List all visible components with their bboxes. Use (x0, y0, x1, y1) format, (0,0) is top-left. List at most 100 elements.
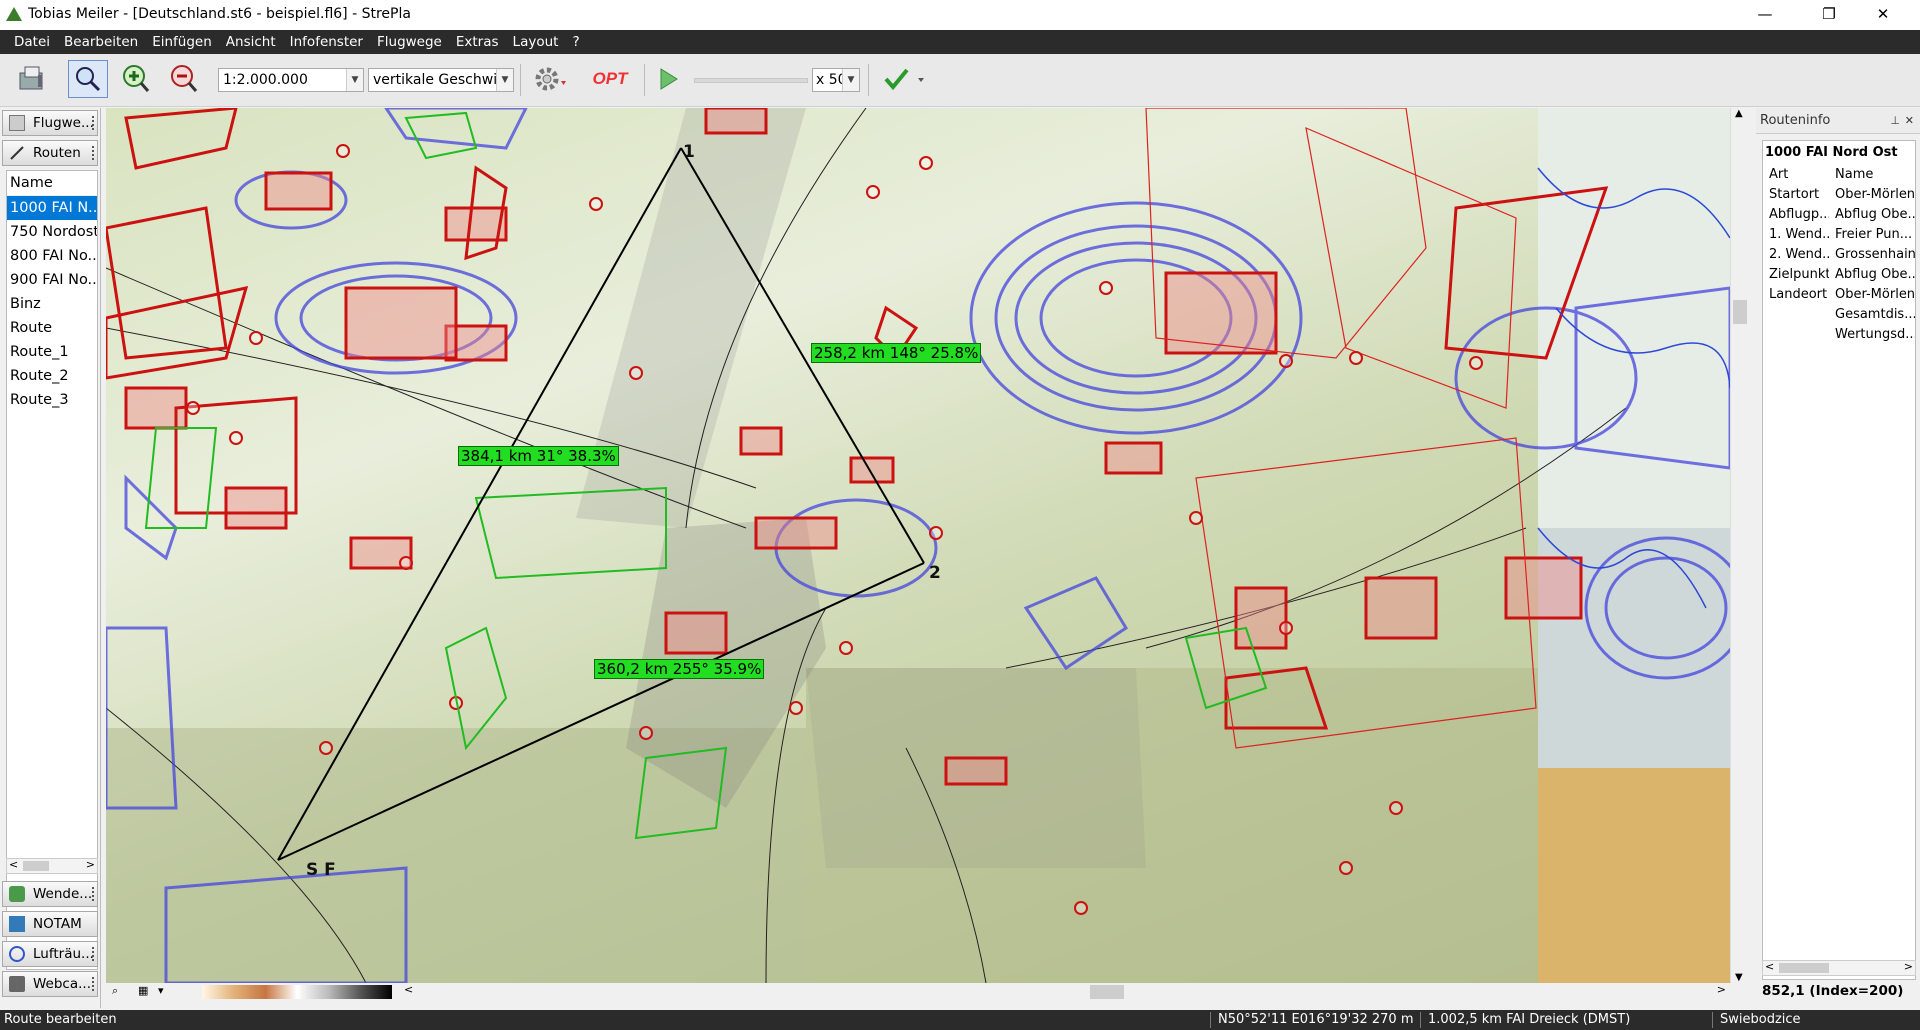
scale-select[interactable]: 1:2.000.000 ▼ (218, 68, 364, 92)
dropdown-icon[interactable]: ▾ (158, 984, 164, 997)
table-row[interactable]: Gesamtdis... (1763, 304, 1915, 324)
search-icon[interactable]: ⌕ (112, 984, 126, 998)
table-row[interactable]: 1. Wend...Freier Pun... (1763, 224, 1915, 244)
print-button[interactable] (12, 60, 52, 98)
toolbar-separator (520, 64, 521, 96)
menu-flugwege[interactable]: Flugwege (369, 30, 448, 51)
table-row[interactable]: StartortOber-Mörlen (1763, 184, 1915, 204)
drag-handle-icon[interactable] (92, 146, 94, 160)
map-horizontal-scrollbar[interactable]: ⌕ ▦ ▾ < > (106, 983, 1730, 1001)
menu-extras[interactable]: Extras (448, 30, 505, 51)
menu-einfuegen[interactable]: Einfügen (144, 30, 218, 51)
route-total-score: 852,1 (Index=200) (1762, 983, 1903, 999)
list-item[interactable]: Route_2 (7, 364, 97, 388)
chevron-left-icon[interactable]: < (1765, 960, 1774, 973)
print-icon (16, 63, 48, 95)
app-logo-icon (6, 7, 22, 21)
list-item[interactable]: 750 Nordost (7, 220, 97, 244)
table-row[interactable]: Abflugp...Abflug Obe... (1763, 204, 1915, 224)
scroll-thumb[interactable] (23, 861, 49, 871)
cell-type (1763, 324, 1829, 344)
title-bar: Tobias Meiler - [Deutschland.st6 - beisp… (0, 0, 1920, 30)
menu-help[interactable]: ? (564, 30, 585, 51)
optimize-button[interactable]: OPT (586, 60, 634, 98)
list-item[interactable]: 1000 FAI N... (7, 196, 97, 220)
settings-button[interactable] (530, 60, 570, 98)
playback-slider[interactable] (694, 74, 806, 86)
route-list-header[interactable]: Name (7, 171, 97, 196)
menu-bar: DateiBearbeitenEinfügenAnsichtInfofenste… (0, 30, 1920, 54)
drag-handle-icon[interactable] (92, 977, 94, 991)
tab-luftraum-label: Lufträu... (33, 946, 94, 962)
tab-wendepunkte[interactable]: Wende... (2, 881, 98, 907)
tab-routen[interactable]: Routen (2, 140, 98, 166)
map-canvas[interactable] (106, 108, 1730, 983)
layers-icon[interactable]: ▦ (138, 984, 148, 997)
scroll-thumb[interactable] (1090, 985, 1124, 999)
cell-name: Ober-Mörlen (1829, 184, 1915, 204)
list-item[interactable]: Route (7, 316, 97, 340)
tab-routen-label: Routen (33, 145, 81, 161)
column-header[interactable]: Art (1763, 164, 1829, 184)
menu-infofenster[interactable]: Infofenster (282, 30, 369, 51)
tab-flugwege[interactable]: Flugwe... (2, 110, 98, 136)
zoom-out-icon (168, 63, 200, 95)
table-row[interactable]: ZielpunktAbflug Obe... (1763, 264, 1915, 284)
pin-icon[interactable]: ⊥ (1890, 108, 1900, 134)
drag-handle-icon[interactable] (92, 116, 94, 130)
menu-ansicht[interactable]: Ansicht (218, 30, 282, 51)
cell-type: Abflugp... (1763, 204, 1829, 224)
map-view[interactable]: 258,2 km 148° 25.8% 384,1 km 31° 38.3% 3… (106, 108, 1730, 983)
table-row[interactable]: Wertungsd... (1763, 324, 1915, 344)
route-list-hscroll[interactable]: < > (6, 858, 98, 874)
scroll-thumb[interactable] (1779, 963, 1829, 973)
minimize-button[interactable]: — (1742, 0, 1788, 30)
tab-webcam[interactable]: Webca... (2, 971, 98, 997)
column-header[interactable]: Name (1829, 164, 1915, 184)
chevron-down-icon[interactable]: ▼ (1735, 972, 1743, 983)
close-icon[interactable]: ✕ (1905, 108, 1914, 134)
toolbar-separator (644, 64, 645, 96)
chevron-right-icon[interactable]: > (1717, 983, 1726, 996)
tab-notam[interactable]: NOTAM (2, 911, 98, 937)
menu-layout[interactable]: Layout (505, 30, 565, 51)
notam-icon (9, 916, 25, 932)
status-coordinates: N50°52'11 E016°19'32 270 m (1218, 1010, 1413, 1030)
list-item[interactable]: Binz (7, 292, 97, 316)
maximize-button[interactable]: ❐ (1806, 0, 1852, 30)
drag-handle-icon[interactable] (92, 947, 94, 961)
close-button[interactable]: ✕ (1860, 0, 1906, 30)
chevron-left-icon[interactable]: < (404, 983, 413, 996)
route-info-hscroll[interactable]: < > (1762, 960, 1916, 976)
cell-type (1763, 304, 1829, 324)
route-info-body: 1000 FAI Nord Ost Art Name StartortOber-… (1762, 140, 1916, 980)
list-item[interactable]: Route_1 (7, 340, 97, 364)
list-item[interactable]: Route_3 (7, 388, 97, 412)
menu-bearbeiten[interactable]: Bearbeiten (56, 30, 144, 51)
speed-select[interactable]: x 50 ▼ (812, 68, 860, 92)
table-row[interactable]: 2. Wend...Grossenhain (1763, 244, 1915, 264)
menu-datei[interactable]: Datei (0, 30, 56, 51)
color-mode-select[interactable]: vertikale Geschwind ▼ (368, 68, 514, 92)
zoom-select-button[interactable] (68, 60, 108, 98)
map-vertical-scrollbar[interactable]: ▲ ▼ (1730, 108, 1749, 983)
zoom-in-button[interactable] (116, 60, 156, 98)
confirm-button[interactable] (876, 60, 932, 98)
chevron-left-icon[interactable]: < (9, 858, 18, 871)
list-item[interactable]: 900 FAI No... (7, 268, 97, 292)
route-info-title-text: Routeninfo (1760, 113, 1830, 128)
cell-type: Landeort (1763, 284, 1829, 304)
start-finish-label: S F (306, 860, 336, 880)
chevron-right-icon[interactable]: > (1904, 960, 1913, 973)
chevron-right-icon[interactable]: > (86, 858, 95, 871)
drag-handle-icon[interactable] (92, 887, 94, 901)
scroll-thumb[interactable] (1733, 300, 1747, 324)
zoom-out-button[interactable] (164, 60, 204, 98)
table-row[interactable]: LandeortOber-Mörlen (1763, 284, 1915, 304)
gear-icon (531, 63, 569, 95)
chevron-up-icon[interactable]: ▲ (1735, 108, 1743, 119)
play-button[interactable] (648, 60, 688, 98)
cell-name: Abflug Obe... (1829, 264, 1915, 284)
list-item[interactable]: 800 FAI No... (7, 244, 97, 268)
tab-luftraum[interactable]: Lufträu... (2, 941, 98, 967)
